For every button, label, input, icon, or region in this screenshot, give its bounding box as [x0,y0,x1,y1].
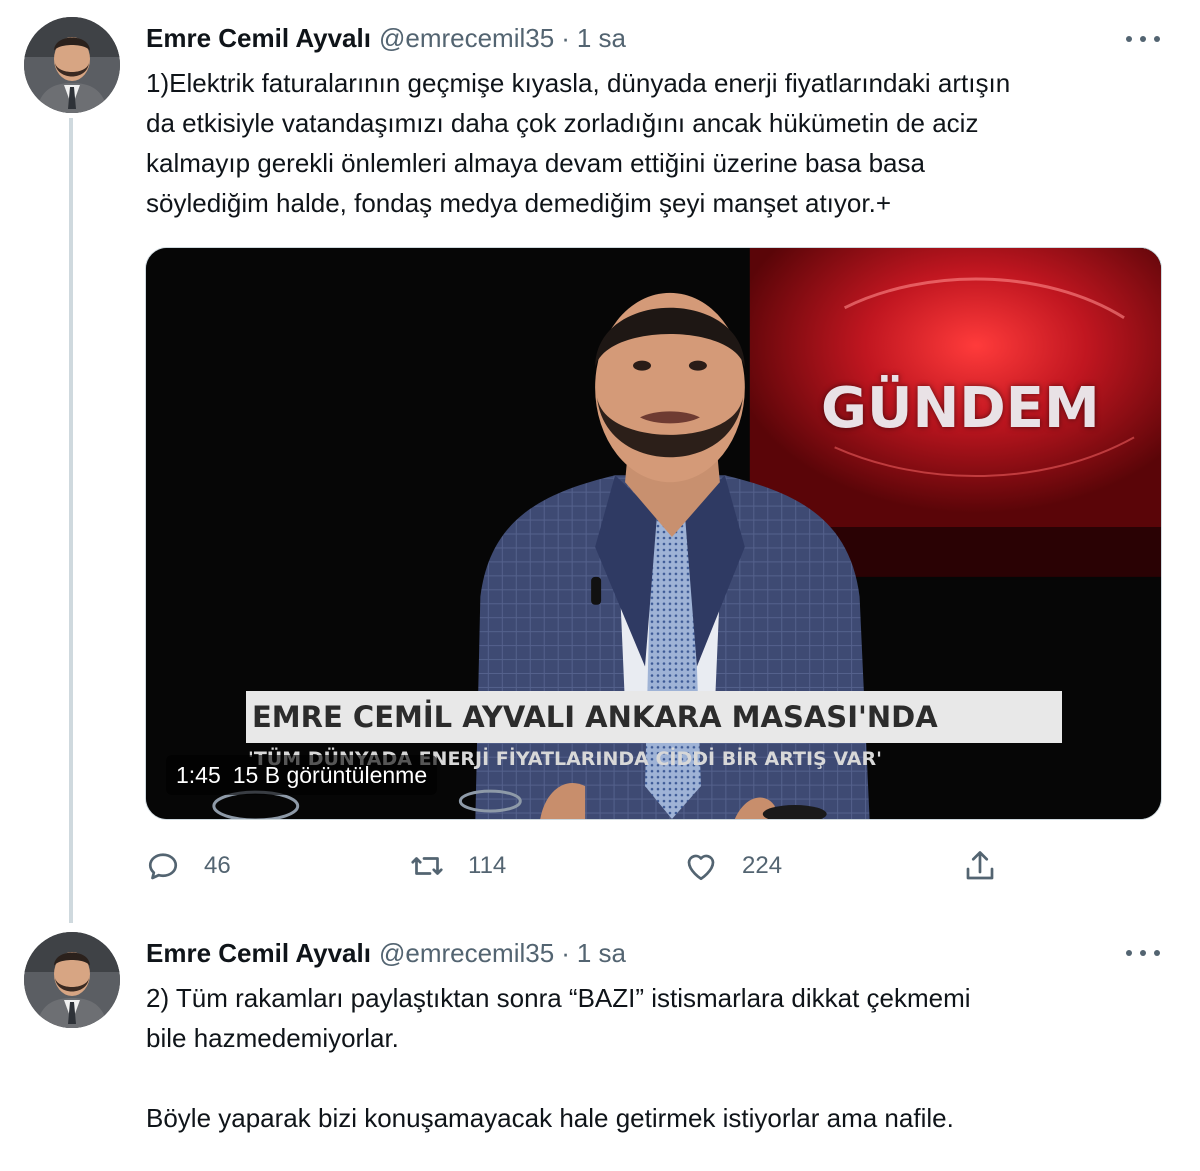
tweet-text: 1)Elektrik faturalarının geçmişe kıyasla… [146,68,1011,218]
lower-third-text: EMRE CEMİL AYVALI ANKARA MASASI'NDA [252,700,938,734]
video-player[interactable]: GÜNDEM EMRE CEMİL AYVALI ANKARA MASASI'N… [145,247,1162,820]
tweet-text: 2) Tüm rakamları paylaştıktan sonra “BAZ… [146,983,971,1133]
avatar-image [24,17,120,113]
heart-icon [687,854,715,881]
tweet-timestamp[interactable]: 1 sa [577,23,626,54]
channel-banner-text: GÜNDEM [821,376,1100,441]
like-button[interactable]: 224 [683,846,782,886]
more-options-icon[interactable] [1126,29,1160,49]
lower-third-banner: EMRE CEMİL AYVALI ANKARA MASASI'NDA [246,691,1062,743]
reply-count: 46 [204,852,231,879]
video-duration: 1:45 [176,761,221,788]
reply-button[interactable]: 46 [145,846,231,886]
reply-icon [148,853,178,880]
avatar-image [24,932,120,1028]
tweet-header: Emre Cemil Ayvalı @emrecemil35 · 1 sa [146,20,626,56]
thread-connector-line [69,118,73,923]
like-count: 224 [742,852,783,879]
tweet-timestamp[interactable]: 1 sa [577,938,626,969]
author-handle[interactable]: @emrecemil35 [379,23,554,54]
share-button[interactable] [962,846,998,886]
author-avatar[interactable] [24,932,120,1028]
retweet-button[interactable]: 114 [409,846,506,886]
author-avatar[interactable] [24,17,120,113]
author-handle[interactable]: @emrecemil35 [379,938,554,969]
more-options-icon[interactable] [1126,943,1160,963]
author-name[interactable]: Emre Cemil Ayvalı [146,23,371,54]
video-view-count: 15 B görüntülenme [232,761,428,788]
separator-dot: · [561,937,570,968]
tweet-header: Emre Cemil Ayvalı @emrecemil35 · 1 sa [146,935,626,971]
retweet-icon [411,857,443,875]
retweet-count: 114 [468,852,507,879]
separator-dot: · [561,22,570,53]
video-info-overlay: 1:45 15 B görüntülenme [166,755,438,795]
share-icon [966,851,994,880]
author-name[interactable]: Emre Cemil Ayvalı [146,938,371,969]
